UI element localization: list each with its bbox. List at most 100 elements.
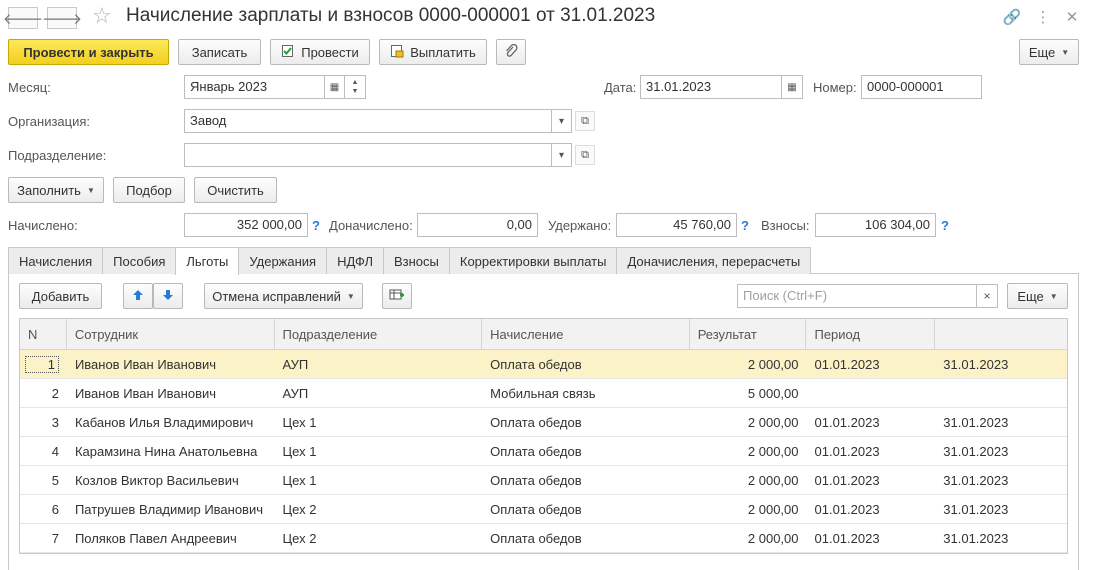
stepper-up-icon[interactable]: ▲ [352, 78, 359, 87]
more-button[interactable]: Еще ▼ [1019, 39, 1079, 65]
contributions-help-icon[interactable]: ? [941, 218, 949, 233]
table-row[interactable]: 1 Иванов Иван Иванович АУП Оплата обедов 2 0… [20, 350, 1067, 379]
search-input[interactable]: Поиск (Ctrl+F) [737, 284, 977, 308]
period-end-cell: 31.01.2023 [943, 356, 1009, 372]
row-number: 1 [20, 350, 67, 378]
add-row-button[interactable]: Добавить [19, 283, 102, 309]
column-header-period[interactable]: Период [806, 319, 936, 349]
withheld-value: 45 760,00 [616, 213, 737, 237]
organization-input[interactable]: Завод [184, 109, 552, 133]
column-header-employee[interactable]: Сотрудник [67, 319, 275, 349]
forward-button[interactable]: 🡒 [42, 7, 82, 29]
calendar-icon: ▦ [787, 81, 797, 93]
accrued-help-icon[interactable]: ? [312, 218, 320, 233]
tab-deductions[interactable]: Удержания [238, 247, 328, 274]
favorite-star-icon[interactable]: ☆ [92, 3, 112, 29]
tab-privileges[interactable]: Льготы [175, 247, 240, 275]
extra-accrued-label: Доначислено: [329, 218, 413, 233]
withheld-help-icon[interactable]: ? [741, 218, 749, 233]
column-header-n[interactable]: N [20, 319, 67, 349]
table-row[interactable]: 7 Поляков Павел Андреевич Цех 2 Оплата обед… [20, 524, 1067, 553]
clear-button[interactable]: Очистить [194, 177, 277, 203]
result-cell: 2 000,00 [747, 530, 799, 546]
result-cell: 2 000,00 [747, 443, 799, 459]
period-start-cell: 01.01.2023 [814, 443, 880, 459]
contributions-value: 106 304,00 [815, 213, 936, 237]
period-start-cell: 01.01.2023 [814, 356, 880, 372]
column-header-accrual[interactable]: Начисление [482, 319, 690, 349]
post-and-close-button[interactable]: Провести и закрыть [8, 39, 169, 65]
employee-cell: Иванов Иван Иванович [74, 356, 217, 372]
employee-cell: Иванов Иван Иванович [74, 385, 217, 401]
period-start-cell: 01.01.2023 [814, 530, 880, 546]
tab-ndfl[interactable]: НДФЛ [326, 247, 384, 274]
save-button[interactable]: Записать [178, 39, 261, 65]
attach-button[interactable] [496, 39, 526, 65]
table-row[interactable]: 5 Козлов Виктор Васильевич Цех 1 Оплата обе… [20, 466, 1067, 495]
search-clear-button[interactable]: × [977, 284, 998, 308]
department-input[interactable] [184, 143, 552, 167]
close-icon[interactable]: ✕ [1062, 7, 1082, 27]
column-header-result[interactable]: Результат [690, 319, 807, 349]
tab-recalculations[interactable]: Доначисления, перерасчеты [616, 247, 812, 274]
more-vertical-icon[interactable]: ⋮ [1033, 7, 1053, 27]
cancel-corrections-button[interactable]: Отмена исправлений ▼ [204, 283, 363, 309]
chevron-down-icon: ▾ [558, 149, 565, 161]
department-cell: АУП [282, 385, 309, 401]
pay-button[interactable]: Выплатить [379, 39, 487, 65]
date-label: Дата: [604, 80, 637, 95]
open-window-icon: ⧉ [581, 148, 589, 161]
organization-open-button[interactable]: ⧉ [575, 111, 595, 131]
department-cell: Цех 2 [282, 501, 317, 517]
pay-button-label: Выплатить [410, 44, 476, 60]
privileges-table: N Сотрудник Подразделение Начисление Рез… [19, 318, 1068, 554]
link-icon[interactable]: 🔗 [1002, 7, 1022, 27]
month-stepper[interactable]: ▲ ▼ [345, 75, 366, 99]
window-title: Начисление зарплаты и взносов 0000-00000… [126, 5, 656, 26]
column-header-department[interactable]: Подразделение [275, 319, 483, 349]
tab-accruals[interactable]: Начисления [8, 247, 104, 274]
employee-cell: Кабанов Илья Владимирович [74, 414, 254, 430]
table-row[interactable]: 3 Кабанов Илья Владимирович Цех 1 Оплата об… [20, 408, 1067, 437]
organization-dropdown-button[interactable]: ▾ [552, 109, 572, 133]
post-button[interactable]: Провести [270, 39, 370, 65]
number-input[interactable]: 0000-000001 [861, 75, 982, 99]
table-row[interactable]: 4 Карамзина Нина Анатольевна Цех 1 Оплата о… [20, 437, 1067, 466]
employee-cell: Патрушев Владимир Иванович [74, 501, 263, 517]
accrual-cell: Мобильная связь [490, 385, 596, 401]
department-label: Подразделение: [8, 148, 107, 163]
tab-contributions[interactable]: Взносы [382, 247, 450, 274]
stepper-down-icon[interactable]: ▼ [352, 87, 359, 96]
move-up-button[interactable] [123, 283, 153, 309]
more-button-label: Еще [1028, 44, 1056, 60]
fill-button[interactable]: Заполнить ▼ [8, 177, 104, 203]
period-end-cell: 31.01.2023 [943, 414, 1009, 430]
tab-payment-corrections[interactable]: Корректировки выплаты [448, 247, 618, 274]
fill-button-label: Заполнить [17, 182, 81, 198]
caret-down-icon: ▼ [1049, 291, 1058, 301]
department-open-button[interactable]: ⧉ [575, 145, 595, 165]
table-settings-button[interactable] [382, 283, 412, 309]
select-button[interactable]: Подбор [113, 177, 185, 203]
month-calendar-button[interactable]: ▦ [325, 75, 345, 99]
period-start-cell: 01.01.2023 [814, 414, 880, 430]
panel-more-button[interactable]: Еще ▼ [1007, 283, 1068, 309]
move-down-button[interactable] [153, 283, 183, 309]
caret-down-icon: ▼ [1061, 47, 1070, 57]
tab-benefits[interactable]: Пособия [102, 247, 177, 274]
table-row[interactable]: 6 Патрушев Владимир Иванович Цех 2 Оплата о… [20, 495, 1067, 524]
row-number: 6 [51, 501, 59, 517]
result-cell: 2 000,00 [747, 472, 799, 488]
month-input[interactable]: Январь 2023 [184, 75, 325, 99]
pay-document-icon [390, 44, 404, 61]
department-dropdown-button[interactable]: ▾ [552, 143, 572, 167]
accrual-cell: Оплата обедов [490, 356, 582, 372]
date-calendar-button[interactable]: ▦ [782, 75, 803, 99]
paperclip-icon [504, 43, 518, 61]
back-button[interactable]: 🡐 [3, 7, 43, 29]
date-input[interactable]: 31.01.2023 [640, 75, 782, 99]
department-cell: Цех 1 [282, 414, 317, 430]
panel-more-label: Еще [1017, 288, 1044, 304]
column-header-period-end[interactable] [935, 319, 1067, 349]
table-row[interactable]: 2 Иванов Иван Иванович АУП Мобильная связь 5… [20, 379, 1067, 408]
